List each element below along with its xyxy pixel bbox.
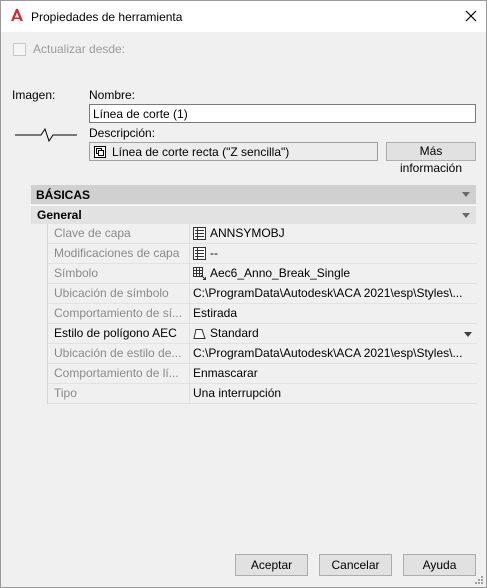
property-row-symbol-location[interactable]: Ubicación de símbolo C:\ProgramData\Auto… xyxy=(48,284,477,304)
property-value: C:\ProgramData\Autodesk\ACA 2021\esp\Sty… xyxy=(193,346,463,360)
name-input[interactable]: Línea de corte (1) xyxy=(89,104,476,123)
break-line-preview-image[interactable] xyxy=(15,126,77,144)
name-label: Nombre: xyxy=(89,88,136,102)
property-value: Una interrupción xyxy=(193,386,282,400)
column-divider xyxy=(189,264,190,283)
column-divider xyxy=(189,244,190,263)
tool-properties-dialog: Propiedades de herramienta Actualizar de… xyxy=(0,0,487,588)
column-divider xyxy=(189,224,190,243)
ok-button[interactable]: Aceptar xyxy=(235,554,308,576)
subsection-general[interactable]: General xyxy=(31,205,476,224)
column-divider xyxy=(189,284,190,303)
description-value: Línea de corte recta ("Z sencilla") xyxy=(112,145,290,159)
name-input-value: Línea de corte (1) xyxy=(93,107,188,121)
close-button[interactable] xyxy=(456,1,486,32)
property-name: Símbolo xyxy=(54,266,99,280)
resize-grip-icon[interactable] xyxy=(473,574,483,584)
collapse-arrow-icon xyxy=(462,192,470,197)
property-name: Comportamiento de sí... xyxy=(54,306,183,320)
property-row-symbol[interactable]: Símbolo Aec6_Anno_Break_Single xyxy=(48,264,477,284)
property-name: Ubicación de símbolo xyxy=(54,286,169,300)
description-field[interactable]: Línea de corte recta ("Z sencilla") xyxy=(89,142,378,161)
property-name: Modificaciones de capa xyxy=(54,246,180,260)
property-value: C:\ProgramData\Autodesk\ACA 2021\esp\Sty… xyxy=(193,286,463,300)
update-from-label: Actualizar desde: xyxy=(33,42,126,56)
column-divider xyxy=(189,344,190,363)
column-divider xyxy=(189,384,190,403)
property-row-aec-polygon-style[interactable]: Estilo de polígono AEC Standard xyxy=(48,324,477,344)
property-value: Aec6_Anno_Break_Single xyxy=(210,266,351,280)
property-rows: Clave de capa ANNSYMOBJ Modificaciones d… xyxy=(47,224,477,404)
property-name: Estilo de polígono AEC xyxy=(54,326,177,340)
property-name: Clave de capa xyxy=(54,226,131,240)
window-title: Propiedades de herramienta xyxy=(31,10,183,24)
layer-key-icon xyxy=(193,227,206,240)
section-basic-label: BÁSICAS xyxy=(36,188,91,202)
property-value: Estirada xyxy=(193,306,238,320)
property-name: Tipo xyxy=(54,386,77,400)
dropdown-arrow-icon[interactable] xyxy=(464,332,472,337)
image-label: Imagen: xyxy=(12,88,56,102)
subsection-general-label: General xyxy=(37,208,82,222)
cancel-button[interactable]: Cancelar xyxy=(319,554,392,576)
property-grid: BÁSICAS General Clave de capa ANNSYMOBJ … xyxy=(31,185,477,404)
symbol-block-icon xyxy=(193,267,206,280)
column-divider xyxy=(189,364,190,383)
property-value: Enmascarar xyxy=(193,366,258,380)
property-row-style-location[interactable]: Ubicación de estilo de... C:\ProgramData… xyxy=(48,344,477,364)
collapse-arrow-icon xyxy=(462,213,470,218)
autodesk-app-icon xyxy=(11,9,23,21)
property-value: Standard xyxy=(210,326,259,340)
property-row-type[interactable]: Tipo Una interrupción xyxy=(48,384,477,404)
column-divider xyxy=(189,324,190,343)
property-row-layer-key[interactable]: Clave de capa ANNSYMOBJ xyxy=(48,224,477,244)
help-button[interactable]: Ayuda xyxy=(403,554,476,576)
polygon-style-icon xyxy=(193,329,206,339)
property-name: Comportamiento de lí... xyxy=(54,366,179,380)
property-row-line-behavior[interactable]: Comportamiento de lí... Enmascarar xyxy=(48,364,477,384)
close-icon xyxy=(465,10,477,22)
property-value: -- xyxy=(210,246,218,260)
property-value: ANNSYMOBJ xyxy=(210,226,285,240)
description-icon xyxy=(94,146,106,158)
section-basic[interactable]: BÁSICAS xyxy=(31,185,476,204)
property-name: Ubicación de estilo de... xyxy=(54,346,182,360)
property-row-symbol-behavior[interactable]: Comportamiento de sí... Estirada xyxy=(48,304,477,324)
more-info-button[interactable]: Más información xyxy=(386,142,476,175)
update-from-checkbox[interactable] xyxy=(13,43,26,56)
property-row-layer-overrides[interactable]: Modificaciones de capa -- xyxy=(48,244,477,264)
description-label: Descripción: xyxy=(89,126,156,140)
layer-overrides-icon xyxy=(193,247,206,260)
title-bar: Propiedades de herramienta xyxy=(1,1,486,32)
column-divider xyxy=(189,304,190,323)
